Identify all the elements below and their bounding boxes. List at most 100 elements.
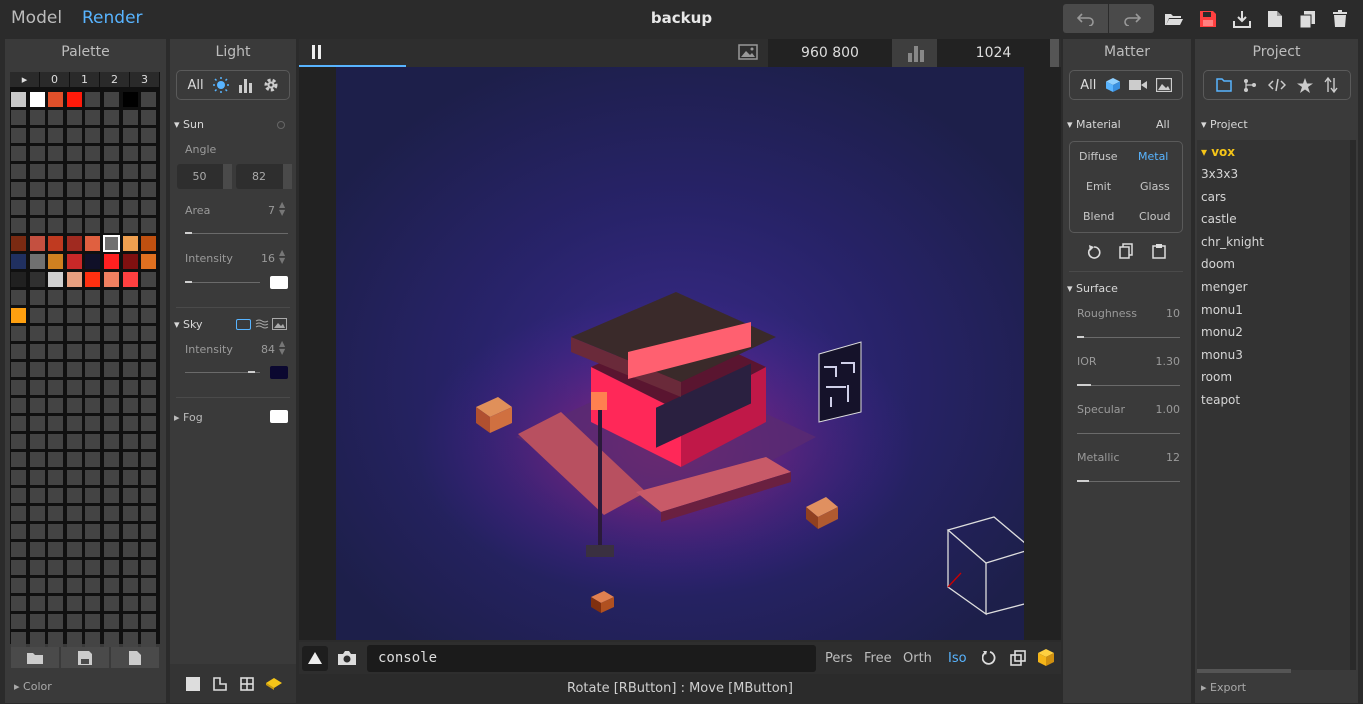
palette-swatch[interactable] (122, 92, 138, 107)
palette-swatch[interactable] (85, 164, 101, 179)
project-file-item[interactable]: castle (1201, 212, 1237, 226)
palette-swatch[interactable] (85, 578, 101, 593)
palette-swatch[interactable] (11, 92, 26, 107)
material-emit[interactable]: Emit (1086, 180, 1111, 193)
palette-swatch[interactable] (29, 128, 45, 143)
surface-section[interactable]: ▾ Surface (1067, 282, 1118, 295)
palette-swatch[interactable] (85, 614, 101, 629)
palette-swatch[interactable] (141, 434, 157, 449)
project-file-item[interactable]: menger (1201, 280, 1248, 294)
palette-swatch[interactable] (29, 326, 45, 341)
palette-swatch[interactable] (141, 470, 157, 485)
sky-intensity-knob[interactable] (248, 371, 255, 373)
palette-swatch[interactable] (29, 614, 45, 629)
palette-swatch[interactable] (141, 452, 157, 467)
palette-swatch[interactable] (122, 128, 138, 143)
palette-swatch[interactable] (11, 218, 26, 233)
palette-swatch[interactable] (29, 578, 45, 593)
pause-icon[interactable] (312, 45, 315, 59)
palette-swatch[interactable] (85, 146, 101, 161)
palette-swatch[interactable] (29, 308, 45, 323)
palette-swatch[interactable] (29, 380, 45, 395)
palette-swatch[interactable] (66, 362, 82, 377)
palette-swatch[interactable] (29, 272, 45, 287)
palette-col-0[interactable]: 0 (40, 72, 69, 87)
palette-swatch[interactable] (66, 488, 82, 503)
cube-icon[interactable] (1038, 649, 1054, 666)
palette-swatch[interactable] (48, 164, 64, 179)
palette-col-2[interactable]: 2 (100, 72, 129, 87)
light-tab-all[interactable]: All (187, 78, 203, 93)
view-single-icon[interactable] (186, 677, 200, 691)
palette-swatch[interactable] (85, 470, 101, 485)
palette-swatch[interactable] (66, 308, 82, 323)
camera-free[interactable]: Free (864, 651, 892, 666)
palette-swatch[interactable] (29, 506, 45, 521)
palette-swatch[interactable] (141, 614, 157, 629)
palette-swatch[interactable] (122, 488, 138, 503)
material-blend[interactable]: Blend (1083, 210, 1114, 223)
sun-section[interactable]: ▾ Sun (174, 118, 204, 131)
palette-swatch[interactable] (85, 344, 101, 359)
palette-swatch[interactable] (29, 344, 45, 359)
palette-swatch[interactable] (85, 326, 101, 341)
bar-chart-icon[interactable] (238, 77, 254, 93)
palette-swatch[interactable] (11, 488, 26, 503)
gear-icon[interactable] (263, 77, 279, 93)
palette-swatch[interactable] (104, 308, 119, 323)
palette-swatch[interactable] (141, 128, 157, 143)
palette-swatch[interactable] (85, 560, 101, 575)
palette-swatch[interactable] (122, 542, 138, 557)
palette-swatch[interactable] (66, 290, 82, 305)
metallic-slider[interactable] (1077, 481, 1180, 482)
ior-knob[interactable] (1077, 384, 1091, 386)
palette-swatch[interactable] (11, 416, 26, 431)
palette-swatch[interactable] (104, 632, 119, 647)
palette-swatch[interactable] (48, 434, 64, 449)
material-cloud[interactable]: Cloud (1139, 210, 1170, 223)
material-section[interactable]: ▾ Material (1067, 118, 1121, 131)
sky-intensity-spinner[interactable]: ▲ ▼ (279, 340, 285, 356)
palette-swatch[interactable] (141, 272, 157, 287)
palette-swatch[interactable] (11, 200, 26, 215)
delete-button[interactable] (1329, 4, 1351, 33)
camera-icon[interactable] (337, 650, 357, 666)
palette-swatch[interactable] (122, 380, 138, 395)
palette-swatch[interactable] (104, 200, 119, 215)
palette-col-3[interactable]: 3 (130, 72, 159, 87)
palette-swatch[interactable] (29, 416, 45, 431)
palette-swatch[interactable] (85, 200, 101, 215)
palette-swatch[interactable] (141, 398, 157, 413)
palette-swatch[interactable] (48, 542, 64, 557)
palette-swatch[interactable] (122, 452, 138, 467)
palette-swatch[interactable] (141, 560, 157, 575)
folder-vox[interactable]: ▾ vox (1201, 145, 1235, 159)
palette-swatch[interactable] (48, 200, 64, 215)
palette-swatch[interactable] (122, 524, 138, 539)
palette-swatch[interactable] (122, 344, 138, 359)
palette-swatch[interactable] (104, 488, 119, 503)
palette-swatch[interactable] (48, 470, 64, 485)
palette-swatch[interactable] (122, 218, 138, 233)
palette-col-1[interactable]: 1 (70, 72, 99, 87)
intensity-spinner[interactable]: ▲ ▼ (279, 249, 285, 265)
export-section[interactable]: ▸ Export (1201, 681, 1246, 694)
palette-swatch[interactable] (48, 416, 64, 431)
palette-swatch[interactable] (85, 524, 101, 539)
palette-swatch[interactable] (122, 470, 138, 485)
reset-icon[interactable] (1087, 244, 1101, 259)
palette-swatch[interactable] (104, 380, 119, 395)
palette-swatch[interactable] (48, 596, 64, 611)
palette-swatch[interactable] (122, 290, 138, 305)
palette-swatch[interactable] (66, 110, 82, 125)
image-icon[interactable] (738, 44, 758, 60)
palette-swatch[interactable] (141, 326, 157, 341)
palette-swatch[interactable] (29, 218, 45, 233)
palette-swatch[interactable] (66, 524, 82, 539)
palette-swatch[interactable] (48, 524, 64, 539)
angle-handle-2[interactable] (283, 164, 292, 189)
palette-swatch[interactable] (104, 272, 119, 287)
palette-swatch[interactable] (48, 632, 64, 647)
view-grid-icon[interactable] (240, 677, 254, 691)
palette-swatch[interactable] (48, 272, 64, 287)
